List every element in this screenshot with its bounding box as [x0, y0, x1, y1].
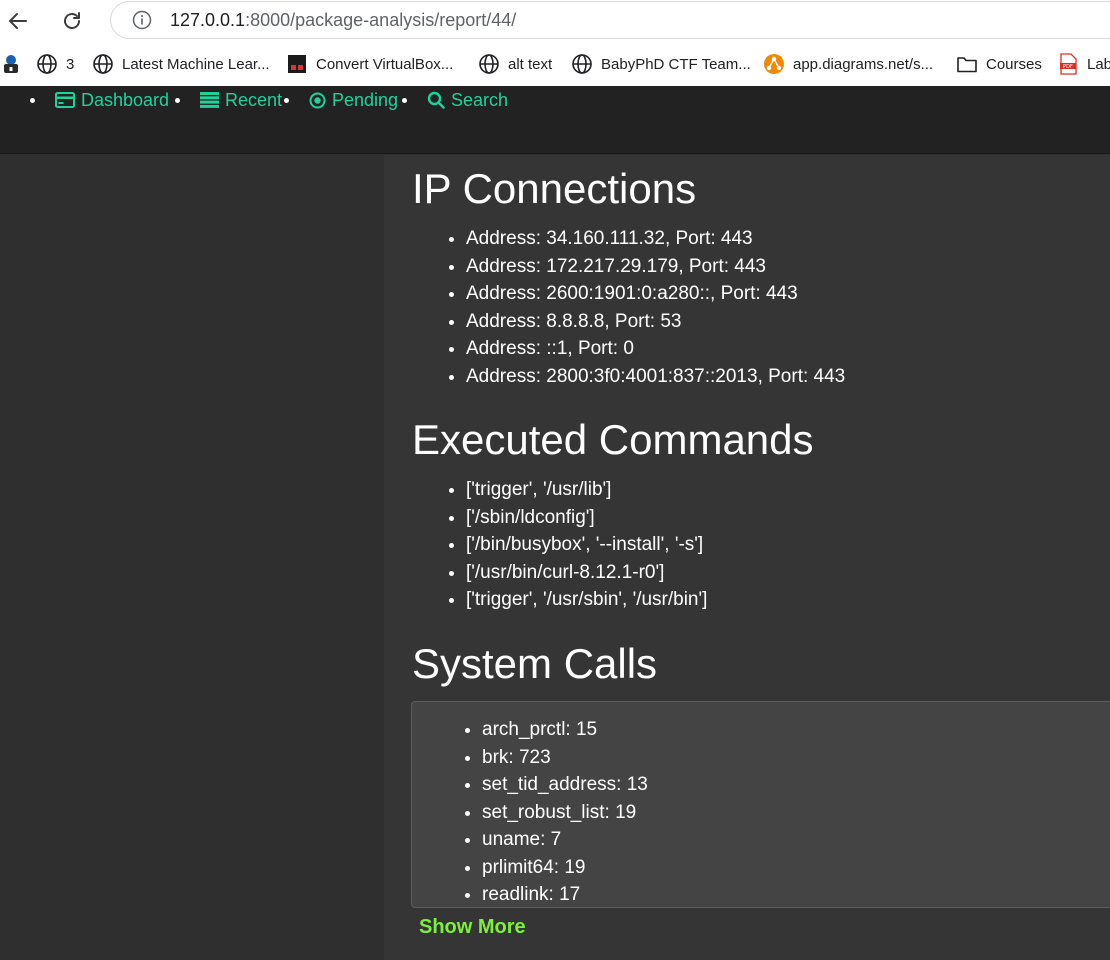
ip-connections-list: Address: 34.160.111.32, Port: 443 Addres… [466, 225, 845, 390]
bookmark-label: 3 [66, 55, 75, 73]
list-item: ['/usr/bin/curl-8.12.1-r0'] [466, 559, 707, 587]
reload-button[interactable] [56, 5, 88, 37]
list-item: ['/bin/busybox', '--install', '-s'] [466, 531, 707, 559]
site-navbar: Dashboard Recent Pending Search [0, 86, 1110, 154]
bookmark-label: Latest Machine Lear... [122, 55, 270, 73]
list-item: readlink: 17 [482, 881, 648, 907]
bookmarks-bar: 3 Latest Machine Lear... Convert Virtual… [0, 42, 1110, 86]
back-button[interactable] [2, 5, 34, 37]
lock-profile-icon [0, 53, 22, 75]
site-info-icon[interactable] [130, 8, 154, 32]
globe-icon [92, 53, 114, 75]
list-item: prlimit64: 19 [482, 854, 648, 882]
browser-toolbar: 127.0.0.1:8000/package-analysis/report/4… [0, 0, 1110, 42]
bookmark-item[interactable]: BabyPhD CTF Team... [571, 52, 751, 76]
executed-commands-heading: Executed Commands [412, 416, 814, 463]
list-item: arch_prctl: 15 [482, 716, 648, 744]
list-item: Address: 2800:3f0:4001:837::2013, Port: … [466, 363, 845, 391]
list-item: uname: 7 [482, 826, 648, 854]
list-item: Address: 34.160.111.32, Port: 443 [466, 225, 845, 253]
nav-label: Dashboard [81, 89, 170, 110]
system-calls-list: arch_prctl: 15 brk: 723 set_tid_address:… [482, 716, 648, 907]
bookmark-label: BabyPhD CTF Team... [601, 55, 751, 73]
show-more-button[interactable]: Show More [419, 916, 526, 939]
bookmark-label: app.diagrams.net/s... [793, 55, 934, 73]
nav-item-pending[interactable]: Pending [309, 86, 398, 114]
ip-connections-heading: IP Connections [412, 165, 697, 212]
url-path: :8000/package-analysis/report/44/ [245, 9, 517, 30]
nav-label: Pending [332, 89, 399, 110]
diagrams-icon [763, 53, 785, 75]
globe-icon [571, 53, 593, 75]
list-item: set_tid_address: 13 [482, 771, 648, 799]
bookmark-item[interactable]: Latest Machine Lear... [92, 52, 270, 76]
url-text: 127.0.0.1:8000/package-analysis/report/4… [170, 10, 516, 31]
list-bullet [30, 98, 35, 103]
bookmark-label: Convert VirtualBox... [316, 55, 454, 73]
list-bullet [175, 98, 180, 103]
executed-commands-list: ['trigger', '/usr/lib'] ['/sbin/ldconfig… [466, 476, 707, 614]
url-host: 127.0.0.1 [170, 9, 246, 30]
nav-list: Dashboard Recent Pending Search [0, 86, 600, 116]
globe-icon [478, 53, 500, 75]
bookmark-item[interactable]: Convert VirtualBox... [286, 52, 453, 76]
pdf-icon: PDF [1057, 53, 1079, 75]
system-calls-box[interactable]: arch_prctl: 15 brk: 723 set_tid_address:… [411, 701, 1110, 908]
arrow-left-icon [9, 13, 27, 29]
list-bullet [284, 98, 289, 103]
pending-circle-icon [309, 92, 326, 109]
nav-item-recent[interactable]: Recent [200, 86, 282, 114]
folder-icon [956, 53, 978, 75]
list-item: Address: 2600:1901:0:a280::, Port: 443 [466, 280, 845, 308]
bookmark-label: Courses [986, 55, 1042, 73]
nav-item-search[interactable]: Search [427, 86, 508, 114]
system-calls-heading: System Calls [412, 640, 658, 687]
address-bar[interactable]: 127.0.0.1:8000/package-analysis/report/4… [110, 1, 1110, 39]
nav-item-dashboard[interactable]: Dashboard [55, 86, 169, 114]
report-content: IP Connections Address: 34.160.111.32, P… [384, 155, 1110, 960]
list-item: Address: ::1, Port: 0 [466, 335, 845, 363]
globe-icon [36, 53, 58, 75]
list-bullet [402, 98, 407, 103]
nav-label: Recent [225, 89, 283, 110]
list-item: set_robust_list: 19 [482, 799, 648, 827]
search-icon [427, 91, 445, 109]
reload-icon [64, 12, 80, 29]
bookmark-item[interactable]: app.diagrams.net/s... [763, 52, 933, 76]
bookmark-item[interactable]: PDF Lab [1057, 52, 1110, 76]
svg-text:PDF: PDF [1063, 64, 1073, 70]
list-item: Address: 8.8.8.8, Port: 53 [466, 308, 845, 336]
dashboard-card-icon [55, 92, 75, 108]
list-item: ['/sbin/ldconfig'] [466, 504, 707, 532]
left-panel [0, 155, 384, 960]
nav-label: Search [451, 89, 509, 110]
bookmark-profile[interactable] [0, 52, 30, 76]
bookmark-item[interactable]: 3 [36, 52, 74, 76]
list-item: ['trigger', '/usr/sbin', '/usr/bin'] [466, 586, 707, 614]
list-item: ['trigger', '/usr/lib'] [466, 476, 707, 504]
bookmark-label: alt text [508, 55, 553, 73]
bookmark-item[interactable]: alt text [478, 52, 552, 76]
list-item: Address: 172.217.29.179, Port: 443 [466, 253, 845, 281]
virtualbox-icon [286, 53, 308, 75]
bookmark-label: Lab [1087, 55, 1110, 73]
list-icon [200, 92, 219, 108]
list-item: brk: 723 [482, 744, 648, 772]
bookmark-folder[interactable]: Courses [956, 52, 1042, 76]
